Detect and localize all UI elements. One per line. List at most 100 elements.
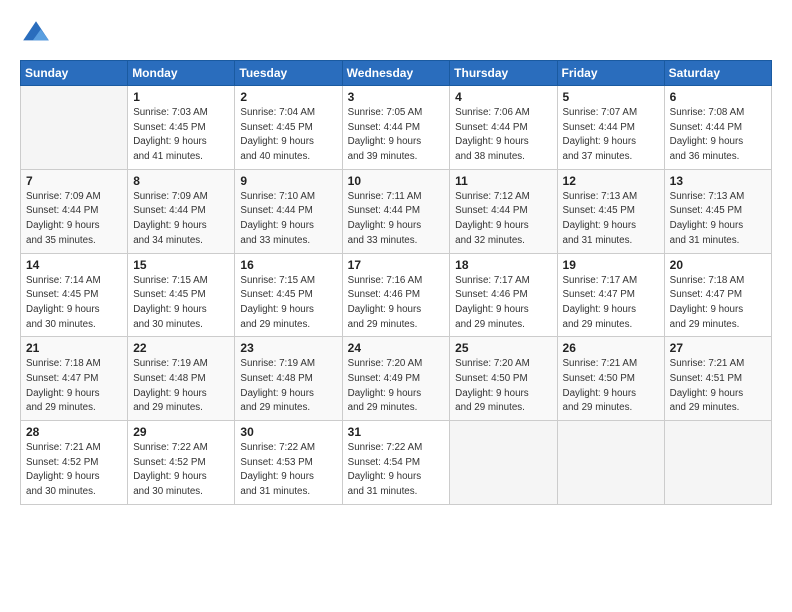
daylight-text2: and 31 minutes.	[563, 234, 659, 249]
sunset-text: Sunset: 4:54 PM	[348, 456, 445, 471]
daylight-text2: and 29 minutes.	[563, 401, 659, 416]
daylight-text: Daylight: 9 hours	[455, 303, 551, 318]
daylight-text2: and 37 minutes.	[563, 150, 659, 165]
sunset-text: Sunset: 4:53 PM	[240, 456, 336, 471]
daylight-text2: and 35 minutes.	[26, 234, 122, 249]
sunset-text: Sunset: 4:45 PM	[670, 204, 766, 219]
sunset-text: Sunset: 4:44 PM	[455, 204, 551, 219]
sunrise-text: Sunrise: 7:09 AM	[133, 190, 229, 205]
day-info: Sunrise: 7:22 AMSunset: 4:53 PMDaylight:…	[240, 441, 336, 500]
sunset-text: Sunset: 4:44 PM	[670, 121, 766, 136]
sunrise-text: Sunrise: 7:18 AM	[670, 274, 766, 289]
sunset-text: Sunset: 4:47 PM	[670, 288, 766, 303]
sunset-text: Sunset: 4:44 PM	[133, 204, 229, 219]
calendar-cell	[21, 86, 128, 170]
sunset-text: Sunset: 4:50 PM	[563, 372, 659, 387]
daylight-text2: and 33 minutes.	[348, 234, 445, 249]
day-number: 28	[26, 425, 122, 439]
sunset-text: Sunset: 4:44 PM	[455, 121, 551, 136]
day-info: Sunrise: 7:08 AMSunset: 4:44 PMDaylight:…	[670, 106, 766, 165]
daylight-text2: and 30 minutes.	[26, 485, 122, 500]
daylight-text2: and 29 minutes.	[348, 401, 445, 416]
sunset-text: Sunset: 4:44 PM	[240, 204, 336, 219]
daylight-text2: and 29 minutes.	[240, 318, 336, 333]
daylight-text: Daylight: 9 hours	[563, 387, 659, 402]
calendar-cell	[557, 421, 664, 505]
page: SundayMondayTuesdayWednesdayThursdayFrid…	[0, 0, 792, 612]
sunset-text: Sunset: 4:52 PM	[133, 456, 229, 471]
day-number: 16	[240, 258, 336, 272]
calendar-table: SundayMondayTuesdayWednesdayThursdayFrid…	[20, 60, 772, 505]
daylight-text2: and 30 minutes.	[133, 485, 229, 500]
sunrise-text: Sunrise: 7:22 AM	[133, 441, 229, 456]
daylight-text: Daylight: 9 hours	[26, 303, 122, 318]
day-number: 23	[240, 341, 336, 355]
calendar-cell: 20 Sunrise: 7:18 AMSunset: 4:47 PMDayligh…	[664, 253, 771, 337]
sunrise-text: Sunrise: 7:21 AM	[563, 357, 659, 372]
day-number: 20	[670, 258, 766, 272]
daylight-text: Daylight: 9 hours	[240, 470, 336, 485]
day-info: Sunrise: 7:14 AMSunset: 4:45 PMDaylight:…	[26, 274, 122, 333]
day-number: 11	[455, 174, 551, 188]
day-number: 21	[26, 341, 122, 355]
day-info: Sunrise: 7:19 AMSunset: 4:48 PMDaylight:…	[240, 357, 336, 416]
daylight-text2: and 29 minutes.	[455, 401, 551, 416]
daylight-text2: and 29 minutes.	[133, 401, 229, 416]
daylight-text: Daylight: 9 hours	[240, 387, 336, 402]
day-info: Sunrise: 7:03 AMSunset: 4:45 PMDaylight:…	[133, 106, 229, 165]
day-info: Sunrise: 7:10 AMSunset: 4:44 PMDaylight:…	[240, 190, 336, 249]
daylight-text2: and 41 minutes.	[133, 150, 229, 165]
day-info: Sunrise: 7:21 AMSunset: 4:52 PMDaylight:…	[26, 441, 122, 500]
sunrise-text: Sunrise: 7:17 AM	[455, 274, 551, 289]
calendar-cell: 15Sunrise: 7:15 AMSunset: 4:45 PMDayligh…	[128, 253, 235, 337]
sunset-text: Sunset: 4:45 PM	[240, 121, 336, 136]
daylight-text2: and 30 minutes.	[26, 318, 122, 333]
day-number: 9	[240, 174, 336, 188]
calendar-header-wednesday: Wednesday	[342, 61, 450, 86]
daylight-text: Daylight: 9 hours	[26, 470, 122, 485]
sunset-text: Sunset: 4:52 PM	[26, 456, 122, 471]
calendar-header-monday: Monday	[128, 61, 235, 86]
calendar-cell: 9 Sunrise: 7:10 AMSunset: 4:44 PMDaylight…	[235, 169, 342, 253]
sunrise-text: Sunrise: 7:05 AM	[348, 106, 445, 121]
day-info: Sunrise: 7:13 AMSunset: 4:45 PMDaylight:…	[670, 190, 766, 249]
sunset-text: Sunset: 4:44 PM	[563, 121, 659, 136]
day-info: Sunrise: 7:17 AMSunset: 4:46 PMDaylight:…	[455, 274, 551, 333]
sunset-text: Sunset: 4:50 PM	[455, 372, 551, 387]
calendar-cell: 4Sunrise: 7:06 AMSunset: 4:44 PMDaylight…	[450, 86, 557, 170]
logo-icon	[20, 18, 52, 50]
daylight-text2: and 36 minutes.	[670, 150, 766, 165]
daylight-text: Daylight: 9 hours	[670, 303, 766, 318]
daylight-text: Daylight: 9 hours	[240, 219, 336, 234]
sunrise-text: Sunrise: 7:14 AM	[26, 274, 122, 289]
daylight-text: Daylight: 9 hours	[563, 135, 659, 150]
daylight-text: Daylight: 9 hours	[455, 219, 551, 234]
calendar-header-row: SundayMondayTuesdayWednesdayThursdayFrid…	[21, 61, 772, 86]
calendar-cell: 31Sunrise: 7:22 AMSunset: 4:54 PMDayligh…	[342, 421, 450, 505]
sunset-text: Sunset: 4:47 PM	[563, 288, 659, 303]
day-number: 5	[563, 90, 659, 104]
day-number: 10	[348, 174, 445, 188]
day-number: 15	[133, 258, 229, 272]
day-number: 3	[348, 90, 445, 104]
day-number: 27	[670, 341, 766, 355]
day-info: Sunrise: 7:21 AMSunset: 4:50 PMDaylight:…	[563, 357, 659, 416]
sunrise-text: Sunrise: 7:04 AM	[240, 106, 336, 121]
header	[20, 18, 772, 50]
day-number: 13	[670, 174, 766, 188]
sunset-text: Sunset: 4:46 PM	[348, 288, 445, 303]
sunrise-text: Sunrise: 7:22 AM	[240, 441, 336, 456]
sunset-text: Sunset: 4:45 PM	[563, 204, 659, 219]
daylight-text: Daylight: 9 hours	[348, 303, 445, 318]
daylight-text2: and 38 minutes.	[455, 150, 551, 165]
day-number: 29	[133, 425, 229, 439]
daylight-text: Daylight: 9 hours	[133, 387, 229, 402]
sunrise-text: Sunrise: 7:09 AM	[26, 190, 122, 205]
daylight-text2: and 29 minutes.	[670, 318, 766, 333]
calendar-cell: 26Sunrise: 7:21 AMSunset: 4:50 PMDayligh…	[557, 337, 664, 421]
calendar-cell: 27Sunrise: 7:21 AMSunset: 4:51 PMDayligh…	[664, 337, 771, 421]
sunrise-text: Sunrise: 7:21 AM	[26, 441, 122, 456]
daylight-text: Daylight: 9 hours	[133, 219, 229, 234]
calendar-header-sunday: Sunday	[21, 61, 128, 86]
calendar-cell: 8Sunrise: 7:09 AMSunset: 4:44 PMDaylight…	[128, 169, 235, 253]
